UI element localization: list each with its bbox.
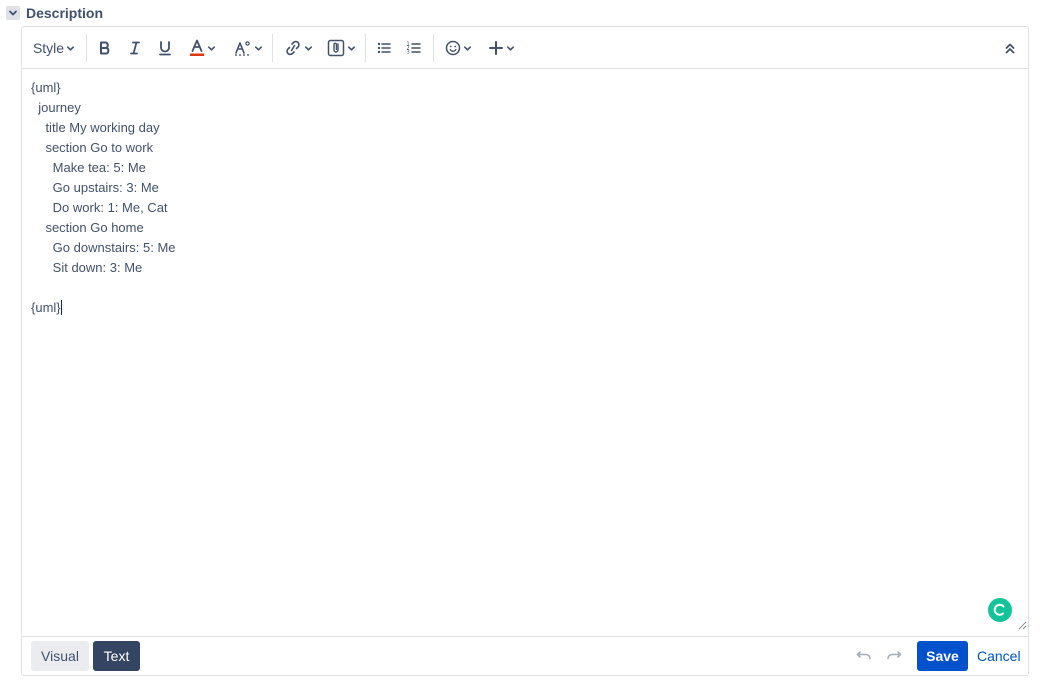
link-icon (284, 40, 302, 56)
toolbar-divider (433, 34, 434, 62)
underline-icon (157, 40, 173, 56)
numbered-list-button[interactable]: 123 (403, 34, 425, 62)
text-caret (60, 300, 62, 315)
collapse-toolbar-button[interactable] (998, 34, 1022, 62)
attachment-dropdown[interactable] (324, 34, 358, 62)
double-chevron-up-icon (1004, 41, 1016, 55)
description-textarea[interactable]: {uml} journey title My working day secti… (22, 69, 1028, 637)
style-label: Style (32, 40, 65, 56)
chevron-down-icon (254, 44, 263, 53)
redo-icon[interactable] (886, 648, 902, 667)
text-style-icon (234, 40, 252, 56)
undo-icon[interactable] (856, 648, 872, 667)
italic-button[interactable] (124, 34, 146, 62)
plus-icon (488, 40, 504, 56)
emoji-dropdown[interactable] (441, 34, 475, 62)
grammarly-icon[interactable] (988, 598, 1012, 622)
editor-footer: Visual Text Save Cancel (22, 637, 1028, 675)
save-button[interactable]: Save (917, 641, 968, 671)
chevron-down-icon (66, 44, 75, 53)
editor-content: {uml} journey title My working day secti… (31, 80, 176, 315)
chevron-down-icon[interactable] (6, 6, 20, 20)
emoji-icon (445, 40, 461, 56)
section-title: Description (26, 5, 104, 21)
bold-button[interactable] (94, 34, 116, 62)
bold-icon (97, 40, 113, 56)
chevron-down-icon (506, 44, 515, 53)
toolbar-divider (86, 34, 87, 62)
cancel-link[interactable]: Cancel (977, 641, 1021, 671)
numbered-list-icon: 123 (406, 40, 422, 56)
link-dropdown[interactable] (281, 34, 315, 62)
description-editor: Style 1 2 3 {uml} journey title My worki… (21, 26, 1029, 676)
chevron-down-icon (347, 44, 356, 53)
bullet-list-button[interactable] (373, 34, 395, 62)
chevron-down-icon (207, 44, 216, 53)
toolbar-divider (272, 34, 273, 62)
resize-handle-icon[interactable] (1018, 617, 1027, 635)
underline-button[interactable] (154, 34, 176, 62)
chevron-down-icon (304, 44, 313, 53)
chevron-down-icon (463, 44, 472, 53)
toolbar-divider (365, 34, 366, 62)
description-section-toggle[interactable]: Description (6, 4, 103, 22)
text-mode-tab[interactable]: Text (93, 641, 140, 671)
insert-more-dropdown[interactable] (485, 34, 517, 62)
style-dropdown[interactable]: Style (31, 34, 77, 62)
more-formatting-dropdown[interactable] (230, 34, 266, 62)
attachment-icon (327, 39, 345, 57)
bullet-list-icon (376, 40, 392, 56)
italic-icon (127, 40, 143, 56)
visual-mode-tab[interactable]: Visual (31, 641, 89, 671)
editor-toolbar: Style 1 2 3 (22, 27, 1028, 69)
text-color-dropdown[interactable] (184, 34, 220, 62)
svg-text:3: 3 (407, 50, 410, 56)
text-color-icon (189, 39, 205, 57)
